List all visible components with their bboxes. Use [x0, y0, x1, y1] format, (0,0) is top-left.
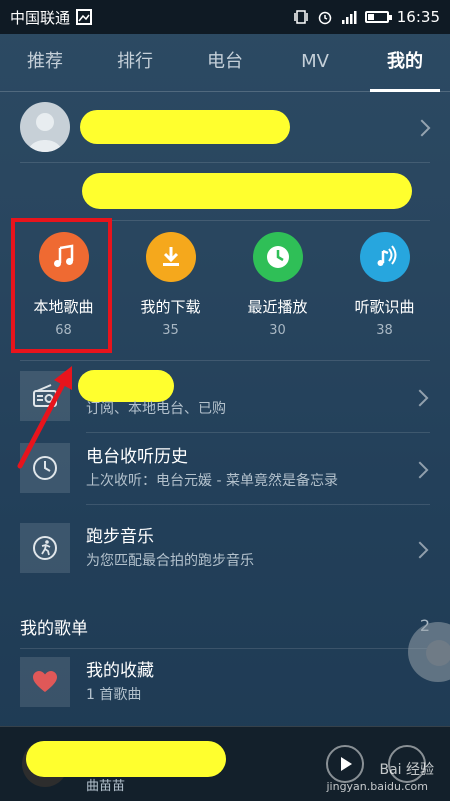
redaction-highlight — [82, 173, 412, 209]
chevron-right-icon — [411, 461, 429, 479]
status-bar: 中国联通 16:35 — [0, 0, 450, 34]
quick-item-label: 听歌识曲 — [354, 298, 415, 316]
play-icon — [341, 757, 352, 771]
music-recognize-icon — [359, 232, 410, 282]
list-item-title: 跑步音乐 — [86, 527, 154, 547]
chevron-right-icon — [413, 119, 431, 137]
profile-row[interactable] — [20, 100, 440, 156]
tab-ranking[interactable]: 排行 — [90, 34, 180, 91]
quick-item-count: 38 — [376, 323, 393, 338]
top-tabs: 推荐 排行 电台 MV 我的 — [0, 34, 450, 92]
avatar[interactable] — [20, 102, 70, 152]
annotation-red-box — [11, 218, 112, 353]
player-artist: 曲苗苗 — [86, 779, 126, 794]
image-notification-icon — [76, 9, 93, 25]
carrier-label: 中国联通 — [10, 8, 71, 27]
mini-player[interactable]: 曲苗苗 Bai 经验 jingyan.baidu.com — [0, 726, 450, 801]
clock-icon — [20, 443, 70, 493]
vibrate-icon — [294, 10, 308, 24]
tab-mv[interactable]: MV — [270, 34, 360, 91]
divider — [20, 360, 430, 361]
quick-item-recent[interactable]: 最近播放 30 — [224, 230, 331, 345]
tab-recommend[interactable]: 推荐 — [0, 34, 90, 91]
play-button[interactable] — [326, 745, 364, 783]
quick-item-count: 30 — [269, 323, 286, 338]
list-item-radio-history[interactable]: 电台收听历史 上次收听：电台元媛 - 菜单竟然是备忘录 — [20, 438, 440, 502]
list-item-subtitle: 上次收听：电台元媛 - 菜单竟然是备忘录 — [86, 473, 338, 489]
playlist-item-favorites[interactable]: 我的收藏 1 首歌曲 — [20, 652, 440, 716]
clock-time: 16:35 — [396, 8, 440, 26]
watermark-logo: Bai 经验 — [379, 762, 434, 778]
playlist-section-header[interactable]: 我的歌单 2 — [20, 614, 430, 642]
signal-icon — [341, 11, 357, 24]
tab-radio[interactable]: 电台 — [180, 34, 270, 91]
clock-icon — [252, 232, 303, 282]
quick-item-count: 35 — [162, 323, 179, 338]
list-item-title: 我的收藏 — [86, 661, 154, 681]
quick-item-label: 最近播放 — [247, 298, 308, 316]
redaction-highlight — [80, 110, 290, 144]
divider — [86, 504, 430, 505]
list-item-my-radio[interactable]: 订阅、本地电台、已购 — [20, 366, 440, 430]
divider — [20, 162, 430, 163]
battery-icon — [364, 11, 392, 23]
list-item-subtitle: 为您匹配最合拍的跑步音乐 — [86, 553, 254, 569]
section-title: 我的歌单 — [20, 619, 88, 639]
list-item-subtitle: 订阅、本地电台、已购 — [86, 401, 226, 417]
radio-icon — [20, 371, 70, 421]
chevron-right-icon — [411, 389, 429, 407]
heart-icon — [20, 657, 70, 707]
alarm-icon — [318, 11, 332, 25]
quick-item-label: 我的下载 — [140, 298, 201, 316]
divider — [86, 432, 430, 433]
quick-item-downloads[interactable]: 我的下载 35 — [117, 230, 224, 345]
tab-mine[interactable]: 我的 — [360, 34, 450, 92]
running-icon — [20, 523, 70, 573]
watermark-url: jingyan.baidu.com — [326, 780, 428, 793]
quick-item-recognize[interactable]: 听歌识曲 38 — [331, 230, 438, 345]
user-silhouette-icon — [28, 113, 62, 152]
list-item-running-music[interactable]: 跑步音乐 为您匹配最合拍的跑步音乐 — [20, 518, 440, 582]
divider — [20, 648, 430, 649]
download-icon — [145, 232, 196, 282]
list-item-title: 电台收听历史 — [86, 447, 188, 467]
chevron-right-icon — [411, 541, 429, 559]
list-item-subtitle: 1 首歌曲 — [86, 687, 142, 703]
redaction-highlight — [26, 741, 226, 777]
